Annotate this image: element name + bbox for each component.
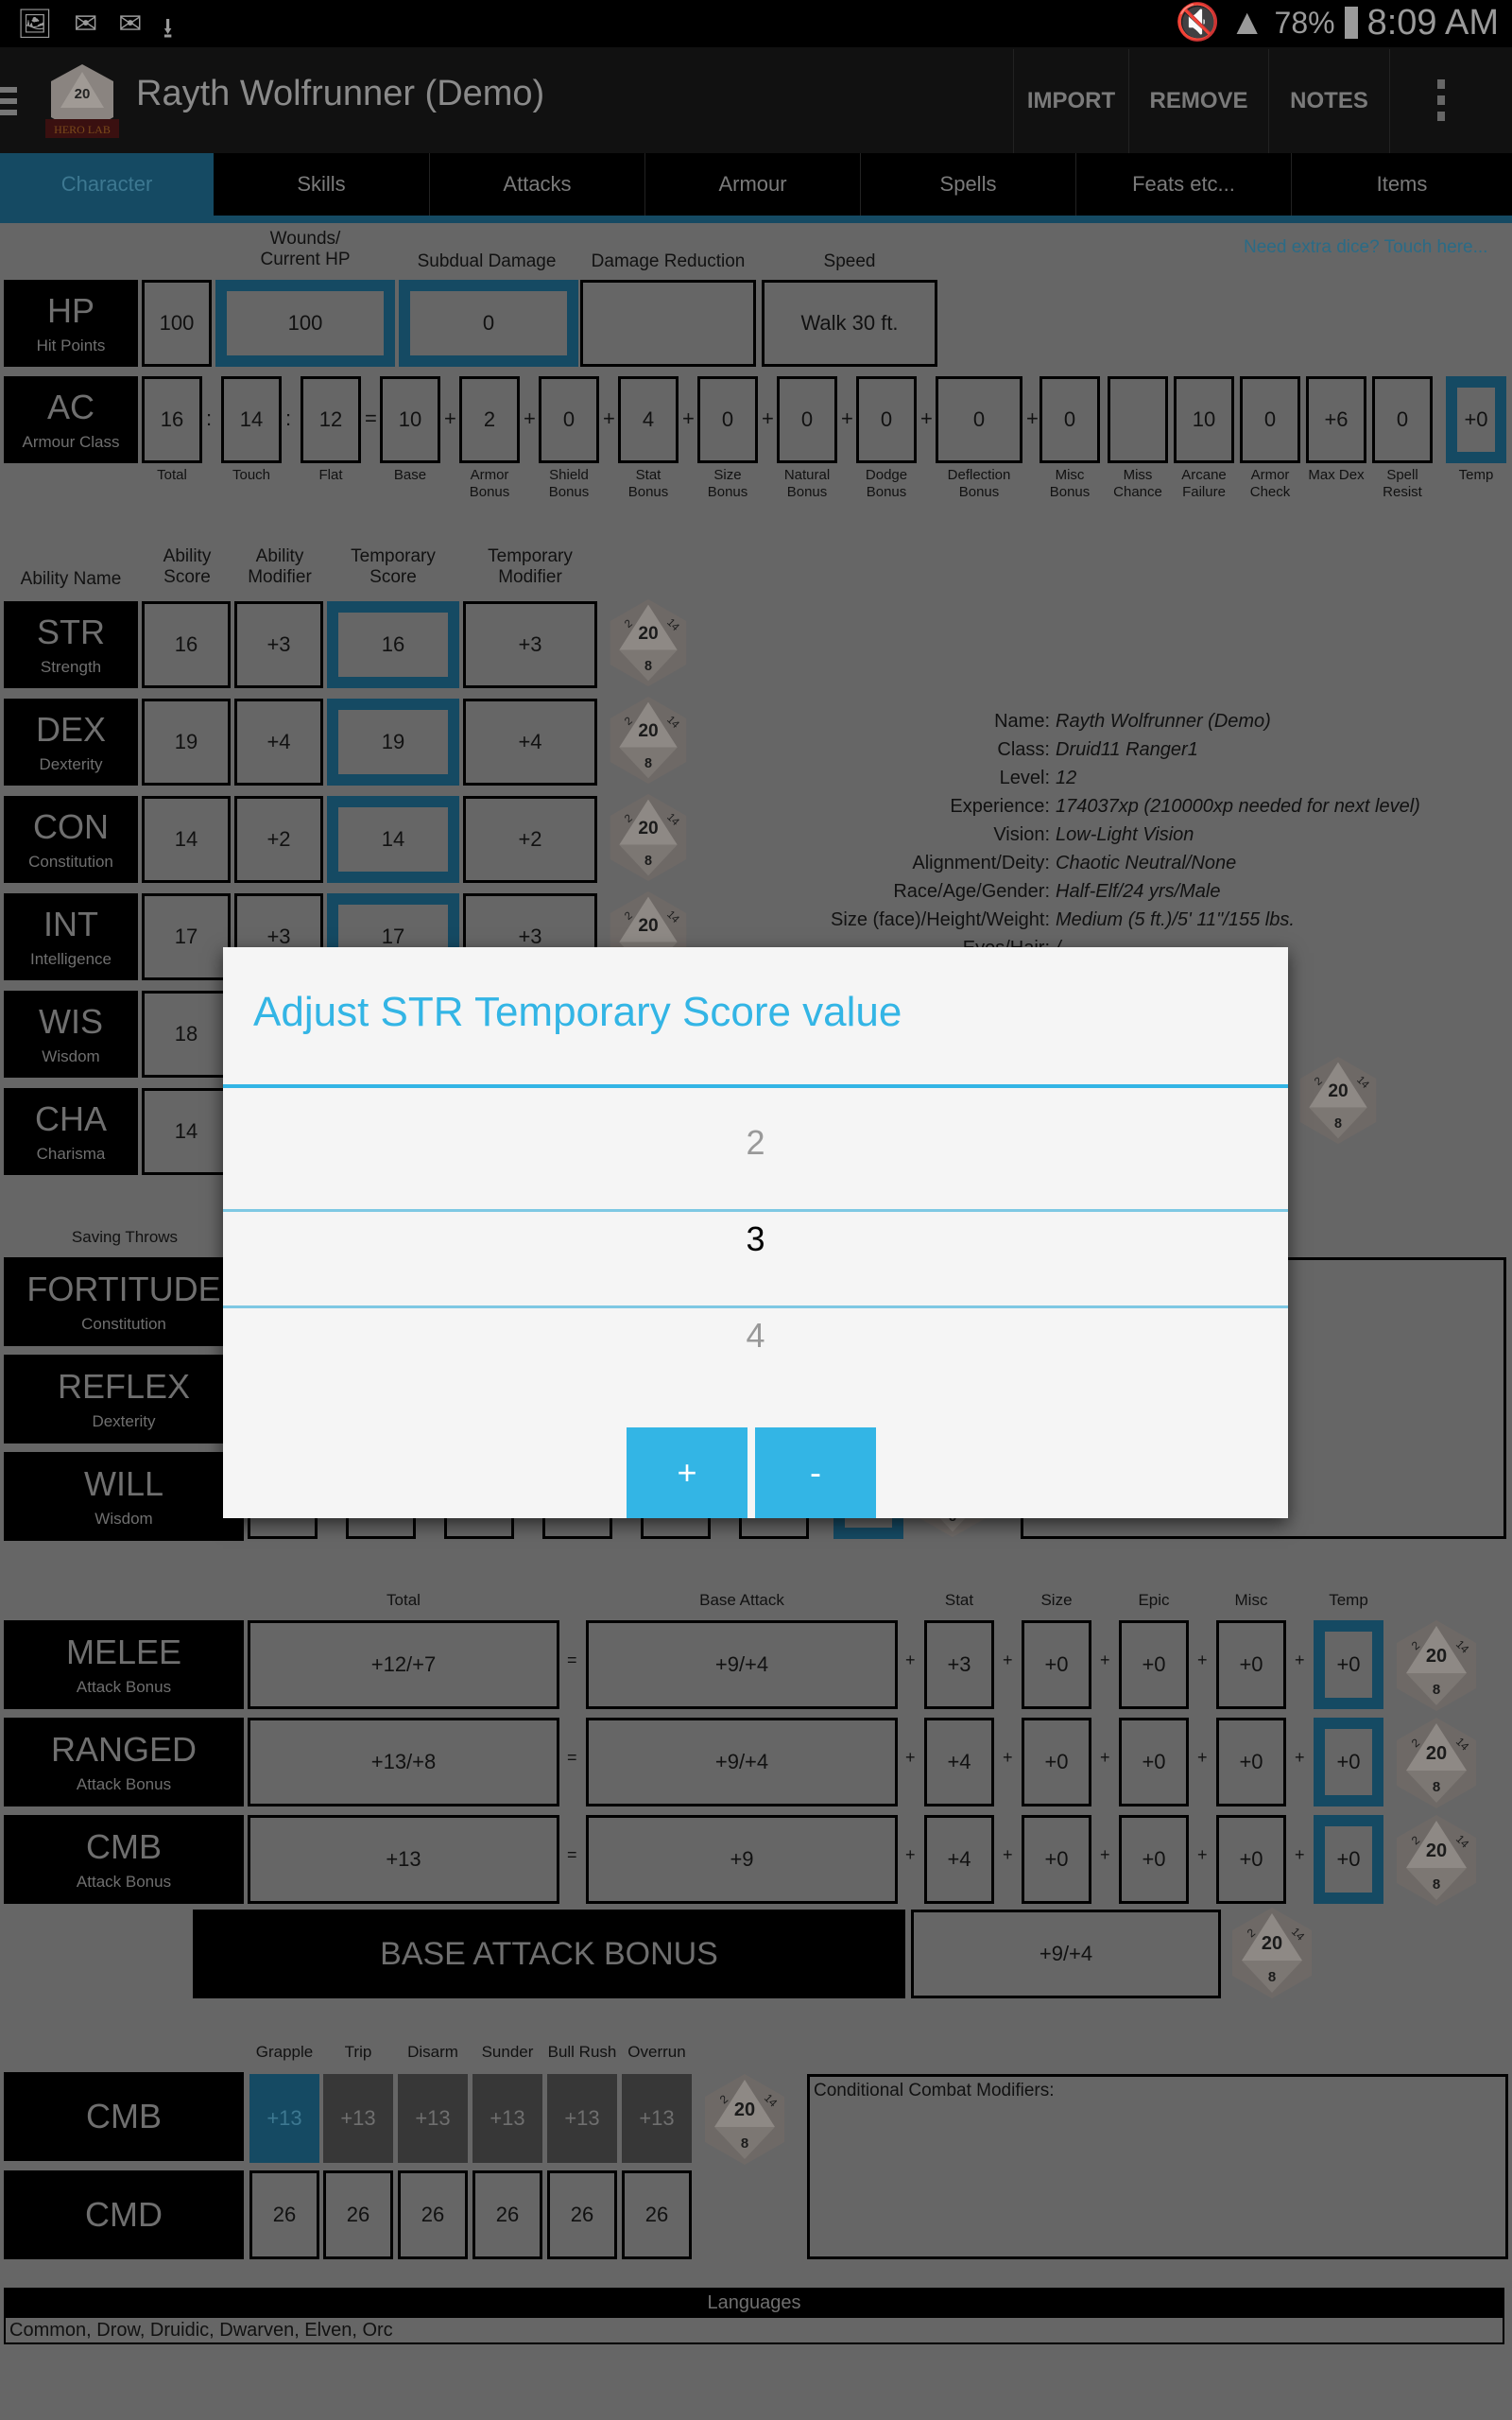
picker-next-value[interactable]: 4 — [223, 1316, 1288, 1356]
decrement-button[interactable]: - — [755, 1427, 876, 1518]
dialog-title: Adjust STR Temporary Score value — [253, 989, 902, 1035]
picker-current-value[interactable]: 3 — [223, 1219, 1288, 1259]
increment-button[interactable]: + — [627, 1427, 747, 1518]
adjust-value-dialog: Adjust STR Temporary Score value 2 3 4 +… — [223, 947, 1288, 1518]
picker-previous-value[interactable]: 2 — [223, 1123, 1288, 1163]
